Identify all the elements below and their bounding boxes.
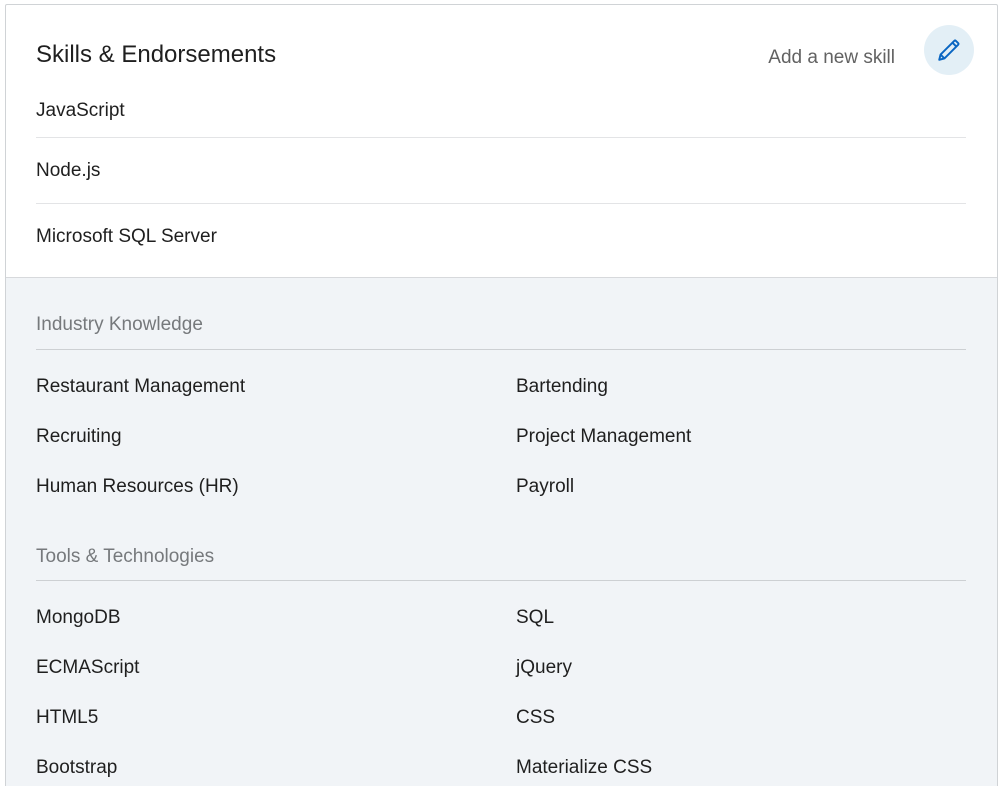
skill-item[interactable]: Bartending <box>516 376 608 398</box>
category-divider <box>36 349 966 350</box>
edit-skills-button[interactable] <box>924 25 974 75</box>
category-divider <box>36 580 966 581</box>
skill-name[interactable]: Node.js <box>36 160 100 182</box>
skill-item[interactable]: MongoDB <box>36 607 121 629</box>
top-skill-item[interactable]: JavaScript <box>36 78 966 138</box>
category-title-industry-knowledge: Industry Knowledge <box>36 314 203 335</box>
skill-item[interactable]: Materialize CSS <box>516 757 652 779</box>
skill-categories: Industry Knowledge Restaurant Management… <box>6 277 997 786</box>
skill-item[interactable]: HTML5 <box>36 707 98 729</box>
skills-header: Skills & Endorsements Add a new skill <box>36 25 997 77</box>
category-title-tools-technologies: Tools & Technologies <box>36 546 215 567</box>
skill-item[interactable]: Restaurant Management <box>36 376 245 398</box>
skill-item[interactable]: Recruiting <box>36 426 122 448</box>
top-skills-list: JavaScript Node.js Microsoft SQL Server <box>36 78 966 270</box>
skill-item[interactable]: Bootstrap <box>36 757 117 779</box>
pencil-icon <box>938 39 960 61</box>
skill-item[interactable]: SQL <box>516 607 554 629</box>
skills-card: Skills & Endorsements Add a new skill Ja… <box>5 4 998 786</box>
add-skill-link[interactable]: Add a new skill <box>768 46 895 70</box>
skill-name[interactable]: JavaScript <box>36 100 125 122</box>
top-skill-item[interactable]: Microsoft SQL Server <box>36 204 966 270</box>
skill-item[interactable]: jQuery <box>516 657 572 679</box>
skill-item[interactable]: CSS <box>516 707 555 729</box>
top-skill-item[interactable]: Node.js <box>36 138 966 204</box>
section-title: Skills & Endorsements <box>36 41 277 68</box>
skill-name[interactable]: Microsoft SQL Server <box>36 226 217 248</box>
skill-item[interactable]: Human Resources (HR) <box>36 476 239 498</box>
skill-item[interactable]: Payroll <box>516 476 574 498</box>
skill-item[interactable]: Project Management <box>516 426 691 448</box>
skill-item[interactable]: ECMAScript <box>36 657 139 679</box>
